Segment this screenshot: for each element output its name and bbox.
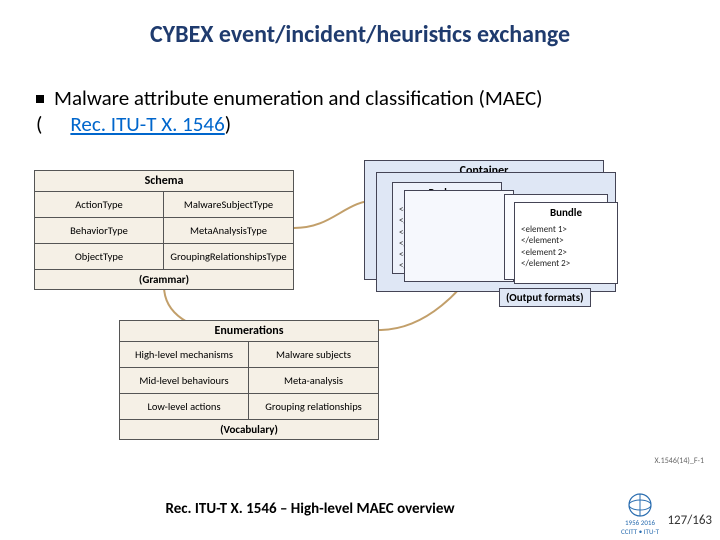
schema-cell: GroupingRelationshipsType: [164, 244, 293, 269]
caption: Rec. ITU-T X. 1546 – High-level MAEC ove…: [0, 500, 620, 518]
page-number: 127/163: [667, 513, 712, 528]
schema-cell: ActionType: [35, 192, 164, 218]
enums-box: Enumerations High-level mechanisms Malwa…: [119, 320, 379, 440]
schema-label: (Grammar): [35, 269, 293, 289]
container-stack: Container Package <element A> </element>…: [364, 160, 624, 300]
enums-cell: Grouping relationships: [249, 394, 378, 419]
schema-cell: MetaAnalysisType: [164, 218, 293, 244]
enums-cell: High-level mechanisms: [120, 342, 249, 368]
enums-title: Enumerations: [120, 321, 378, 342]
enums-label: (Vocabulary): [120, 419, 378, 439]
diagram: Schema ActionType MalwareSubjectType Beh…: [34, 170, 634, 450]
schema-cell: ObjectType: [35, 244, 164, 269]
bullet-text: Malware attribute enumeration and classi…: [54, 85, 543, 111]
enums-cell: Meta-analysis: [249, 368, 378, 394]
slide-title: CYBEX event/incident/heuristics exchange: [0, 20, 720, 49]
schema-title: Schema: [35, 171, 293, 192]
bundle-lines: <element 1> </element> <element 2> </ele…: [515, 222, 617, 271]
bullet-item: Malware attribute enumeration and classi…: [36, 85, 656, 138]
enums-cell: Malware subjects: [249, 342, 378, 368]
schema-cell: BehaviorType: [35, 218, 164, 244]
enums-cell: Mid-level behaviours: [120, 368, 249, 394]
figure-reference: X.1546(14)_F-1: [654, 456, 704, 466]
schema-box: Schema ActionType MalwareSubjectType Beh…: [34, 170, 294, 290]
rec-link[interactable]: Rec. ITU-T X. 1546: [70, 111, 224, 137]
schema-cell: MalwareSubjectType: [164, 192, 293, 218]
enums-cell: Low-level actions: [120, 394, 249, 419]
bullet-icon: [36, 95, 44, 103]
itu-logo: 1956 2016 CCITT • ITU-T: [620, 492, 660, 532]
output-formats-label: (Output formats): [499, 288, 591, 307]
bundle-title: Bundle: [515, 203, 617, 222]
